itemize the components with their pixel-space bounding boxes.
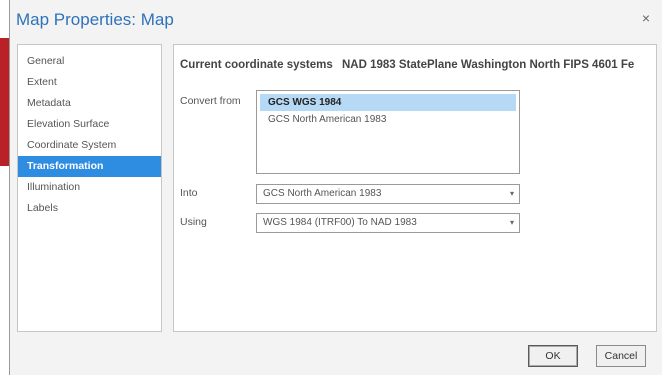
cancel-button[interactable]: Cancel <box>596 345 646 367</box>
nav-item-labels[interactable]: Labels <box>18 198 161 219</box>
nav-item-coordinate-system[interactable]: Coordinate System <box>18 135 161 156</box>
background-window-strip <box>0 38 9 166</box>
list-item-gcs-north-american-1983[interactable]: GCS North American 1983 <box>260 111 516 128</box>
nav-item-illumination[interactable]: Illumination <box>18 177 161 198</box>
nav-item-metadata[interactable]: Metadata <box>18 93 161 114</box>
using-dropdown[interactable]: WGS 1984 (ITRF00) To NAD 1983 ▾ <box>256 213 520 233</box>
dialog-title: Map Properties: Map <box>16 10 174 29</box>
nav-item-extent[interactable]: Extent <box>18 72 161 93</box>
chevron-down-icon: ▾ <box>509 218 514 227</box>
using-label: Using <box>180 216 207 228</box>
into-dropdown[interactable]: GCS North American 1983 ▾ <box>256 184 520 204</box>
using-value: WGS 1984 (ITRF00) To NAD 1983 <box>263 217 417 228</box>
map-properties-dialog: Map Properties: Map × General Extent Met… <box>9 0 662 375</box>
into-label: Into <box>180 187 198 199</box>
nav-item-elevation-surface[interactable]: Elevation Surface <box>18 114 161 135</box>
ok-button[interactable]: OK <box>528 345 578 367</box>
nav-item-transformation[interactable]: Transformation <box>18 156 161 177</box>
chevron-down-icon: ▾ <box>509 189 514 198</box>
nav-item-general[interactable]: General <box>18 51 161 72</box>
current-coordinate-systems-label: Current coordinate systems <box>180 59 333 71</box>
current-coordinate-systems-value: NAD 1983 StatePlane Washington North FIP… <box>342 59 635 71</box>
properties-nav: General Extent Metadata Elevation Surfac… <box>17 44 162 332</box>
transformation-panel: Current coordinate systems NAD 1983 Stat… <box>173 44 657 332</box>
convert-from-label: Convert from <box>180 95 241 107</box>
list-item-gcs-wgs-1984[interactable]: GCS WGS 1984 <box>260 94 516 111</box>
close-icon[interactable]: × <box>642 10 650 26</box>
convert-from-list[interactable]: GCS WGS 1984 GCS North American 1983 <box>256 90 520 174</box>
into-value: GCS North American 1983 <box>263 188 382 199</box>
